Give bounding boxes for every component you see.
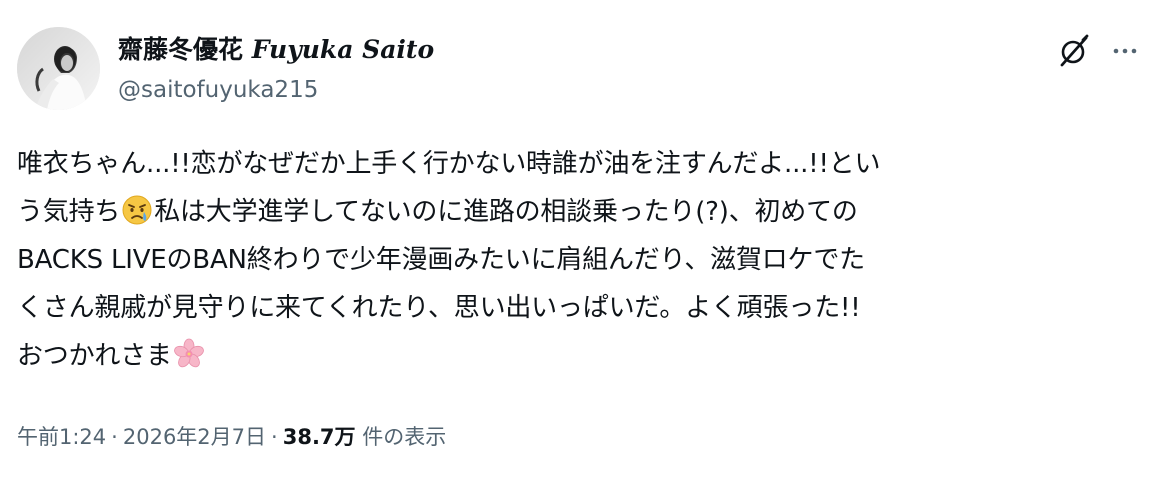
tweet-timestamp[interactable]: 午前1:24 · 2026年2月7日 [17, 425, 266, 449]
display-name[interactable]: 齋藤冬優花 Fuyuka Saito [118, 33, 434, 67]
meta-separator: · [111, 425, 118, 449]
tweet-text: 唯衣ちゃん...!!恋がなぜだか上手く行かない時誰が油を注すんだよ...!!とい… [17, 140, 1142, 380]
tweet-time: 午前1:24 [17, 425, 107, 449]
display-name-latin: Fuyuka Saito [251, 35, 435, 64]
crying-face-icon [121, 194, 153, 226]
user-handle[interactable]: @saitofuyuka215 [118, 74, 318, 106]
cherry-blossom-icon [173, 338, 205, 370]
meta-separator: · [271, 425, 278, 449]
tweet-line: くさん親戚が見守りに来てくれたり、思い出いっぱいだ。よく頑張った!! [17, 293, 861, 323]
tweet-line-text: う気持ち [17, 197, 121, 227]
tweet-line-text: 私は大学進学してないのに進路の相談乗ったり(?)、初めての [154, 197, 858, 227]
tweet-card: 齋藤冬優花 Fuyuka Saito @saitofuyuka215 唯衣ちゃん… [0, 0, 1158, 482]
more-dots-icon[interactable] [1108, 36, 1142, 66]
avatar-photo [17, 27, 100, 110]
tweet-line: う気持ち 私は大学進学してないのに進路の相談乗ったり(?)、初めての [17, 188, 1142, 236]
tweet-meta: 午前1:24 · 2026年2月7日 · 38.7万 件の表示 [17, 420, 446, 454]
views-link[interactable]: 38.7万 件の表示 [283, 425, 447, 449]
tweet-line: BACKS LIVEのBAN終わりで少年漫画みたいに肩組んだり、滋賀ロケでた [17, 245, 865, 275]
tweet-date: 2026年2月7日 [122, 425, 267, 449]
views-label: 件の表示 [362, 425, 447, 449]
tweet-line: 唯衣ちゃん...!!恋がなぜだか上手く行かない時誰が油を注すんだよ...!!とい [17, 149, 881, 179]
views-count: 38.7万 [282, 425, 356, 449]
avatar[interactable] [17, 27, 100, 110]
grok-icon[interactable] [1056, 33, 1092, 69]
tweet-line: おつかれさま [17, 332, 1142, 380]
display-name-ja: 齋藤冬優花 [118, 35, 244, 64]
tweet-line-text: おつかれさま [17, 341, 172, 371]
